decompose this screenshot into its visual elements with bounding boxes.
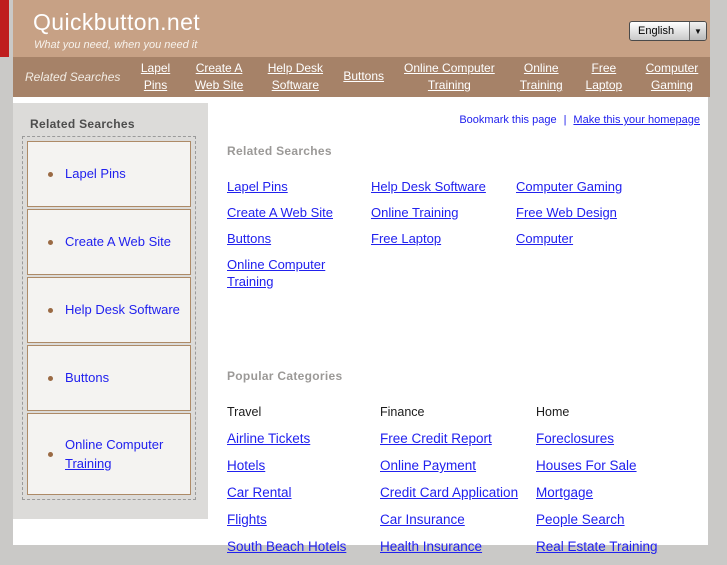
- main-panel: Bookmark this page | Make this your homepa…: [208, 97, 708, 554]
- bullet-icon: [48, 171, 53, 177]
- popular-categories-heading: Popular Categories: [227, 369, 343, 383]
- related-link-free-laptop[interactable]: Free Laptop: [371, 231, 516, 248]
- separator: |: [563, 114, 567, 126]
- category-link-car-insurance[interactable]: Car Insurance: [380, 511, 536, 529]
- category-link-flights[interactable]: Flights: [227, 511, 380, 529]
- category-link-online-payment[interactable]: Online Payment: [380, 457, 536, 475]
- related-searches-heading: Related Searches: [227, 144, 332, 158]
- make-homepage-link[interactable]: Make this your homepage: [573, 114, 700, 126]
- related-link-create-a-web-site[interactable]: Create A Web Site: [227, 205, 371, 222]
- content-area: Related Searches Lapel Pins Create A Web…: [13, 97, 708, 554]
- bullet-icon: [48, 375, 53, 381]
- site-header: Quickbutton.net What you need, when you …: [13, 0, 710, 57]
- related-link-computer-gaming[interactable]: Computer Gaming: [516, 179, 696, 196]
- category-title: Travel: [227, 405, 262, 419]
- related-searches-column: Lapel Pins Create A Web Site Buttons Onl…: [227, 179, 371, 299]
- page: Quickbutton.net What you need, when you …: [13, 0, 710, 554]
- nav-related-searches-label: Related Searches: [25, 70, 121, 84]
- related-link-free-web-design[interactable]: Free Web Design: [516, 205, 696, 222]
- sidebar: Related Searches Lapel Pins Create A Web…: [13, 103, 208, 519]
- popular-categories-grid: Travel Airline Tickets Hotels Car Rental…: [227, 405, 721, 565]
- sidebar-link[interactable]: Lapel Pins: [65, 164, 126, 184]
- category-link-houses-for-sale[interactable]: Houses For Sale: [536, 457, 721, 475]
- category-column-travel: Travel Airline Tickets Hotels Car Rental…: [227, 405, 380, 565]
- bookmark-this-page-link[interactable]: Bookmark this page: [459, 114, 556, 126]
- related-link-help-desk-software[interactable]: Help Desk Software: [371, 179, 516, 196]
- nav-link-create-a-web-site[interactable]: Create A Web Site: [191, 60, 248, 95]
- nav-link-computer-gaming[interactable]: Computer Gaming: [640, 60, 704, 95]
- sidebar-item-buttons[interactable]: Buttons: [27, 345, 191, 411]
- bullet-icon: [48, 451, 53, 457]
- bullet-icon: [48, 307, 53, 313]
- related-link-online-computer-training[interactable]: Online Computer Training: [227, 257, 371, 291]
- nav-link-lapel-pins[interactable]: Lapel Pins: [135, 60, 175, 95]
- related-link-computer[interactable]: Computer: [516, 231, 696, 248]
- category-link-foreclosures[interactable]: Foreclosures: [536, 430, 721, 448]
- sidebar-heading: Related Searches: [30, 117, 135, 131]
- chevron-down-icon[interactable]: ▼: [689, 22, 706, 40]
- category-link-people-search[interactable]: People Search: [536, 511, 721, 529]
- related-link-lapel-pins[interactable]: Lapel Pins: [227, 179, 371, 196]
- category-link-south-beach-hotels[interactable]: South Beach Hotels: [227, 538, 380, 556]
- related-searches-column: Computer Gaming Free Web Design Computer: [516, 179, 696, 299]
- category-link-credit-card-application[interactable]: Credit Card Application: [380, 484, 536, 502]
- category-link-free-credit-report[interactable]: Free Credit Report: [380, 430, 536, 448]
- left-edge-red-stripe: [0, 0, 9, 57]
- sidebar-link[interactable]: Create A Web Site: [65, 232, 171, 252]
- site-tagline: What you need, when you need it: [34, 39, 198, 51]
- language-selected-value: English: [638, 25, 675, 37]
- category-title: Finance: [380, 405, 425, 419]
- category-link-airline-tickets[interactable]: Airline Tickets: [227, 430, 380, 448]
- sidebar-link[interactable]: Help Desk Software: [65, 300, 180, 320]
- nav-link-free-laptop[interactable]: Free Laptop: [583, 60, 625, 95]
- nav-link-online-training[interactable]: Online Training: [515, 60, 568, 95]
- sidebar-item-online-computer-training[interactable]: Online Computer Training: [27, 413, 191, 495]
- category-link-hotels[interactable]: Hotels: [227, 457, 380, 475]
- related-searches-column: Help Desk Software Online Training Free …: [371, 179, 516, 299]
- sidebar-related-list: Lapel Pins Create A Web Site Help Desk S…: [22, 136, 196, 500]
- related-link-buttons[interactable]: Buttons: [227, 231, 371, 248]
- category-link-mortgage[interactable]: Mortgage: [536, 484, 721, 502]
- language-dropdown[interactable]: English ▼: [629, 21, 707, 41]
- sidebar-link[interactable]: Online Computer Training: [65, 435, 163, 474]
- sidebar-item-help-desk-software[interactable]: Help Desk Software: [27, 277, 191, 343]
- page-actions: Bookmark this page | Make this your homepa…: [459, 114, 700, 126]
- category-link-health-insurance[interactable]: Health Insurance: [380, 538, 536, 556]
- sidebar-item-lapel-pins[interactable]: Lapel Pins: [27, 141, 191, 207]
- site-title: Quickbutton.net: [33, 9, 201, 35]
- sidebar-link[interactable]: Buttons: [65, 368, 109, 388]
- related-link-online-training[interactable]: Online Training: [371, 205, 516, 222]
- category-title: Home: [536, 405, 570, 419]
- sidebar-item-create-a-web-site[interactable]: Create A Web Site: [27, 209, 191, 275]
- category-column-finance: Finance Free Credit Report Online Paymen…: [380, 405, 536, 565]
- category-link-real-estate-training[interactable]: Real Estate Training: [536, 538, 721, 556]
- nav-link-buttons[interactable]: Buttons: [343, 68, 384, 85]
- category-link-car-rental[interactable]: Car Rental: [227, 484, 380, 502]
- category-column-home: Home Foreclosures Houses For Sale Mortga…: [536, 405, 721, 565]
- top-nav: Related Searches Lapel Pins Create A Web…: [13, 57, 710, 97]
- bullet-icon: [48, 239, 53, 245]
- nav-link-help-desk-software[interactable]: Help Desk Software: [262, 60, 328, 95]
- nav-link-online-computer-training[interactable]: Online Computer Training: [399, 60, 500, 95]
- related-searches-grid: Lapel Pins Create A Web Site Buttons Onl…: [227, 179, 696, 299]
